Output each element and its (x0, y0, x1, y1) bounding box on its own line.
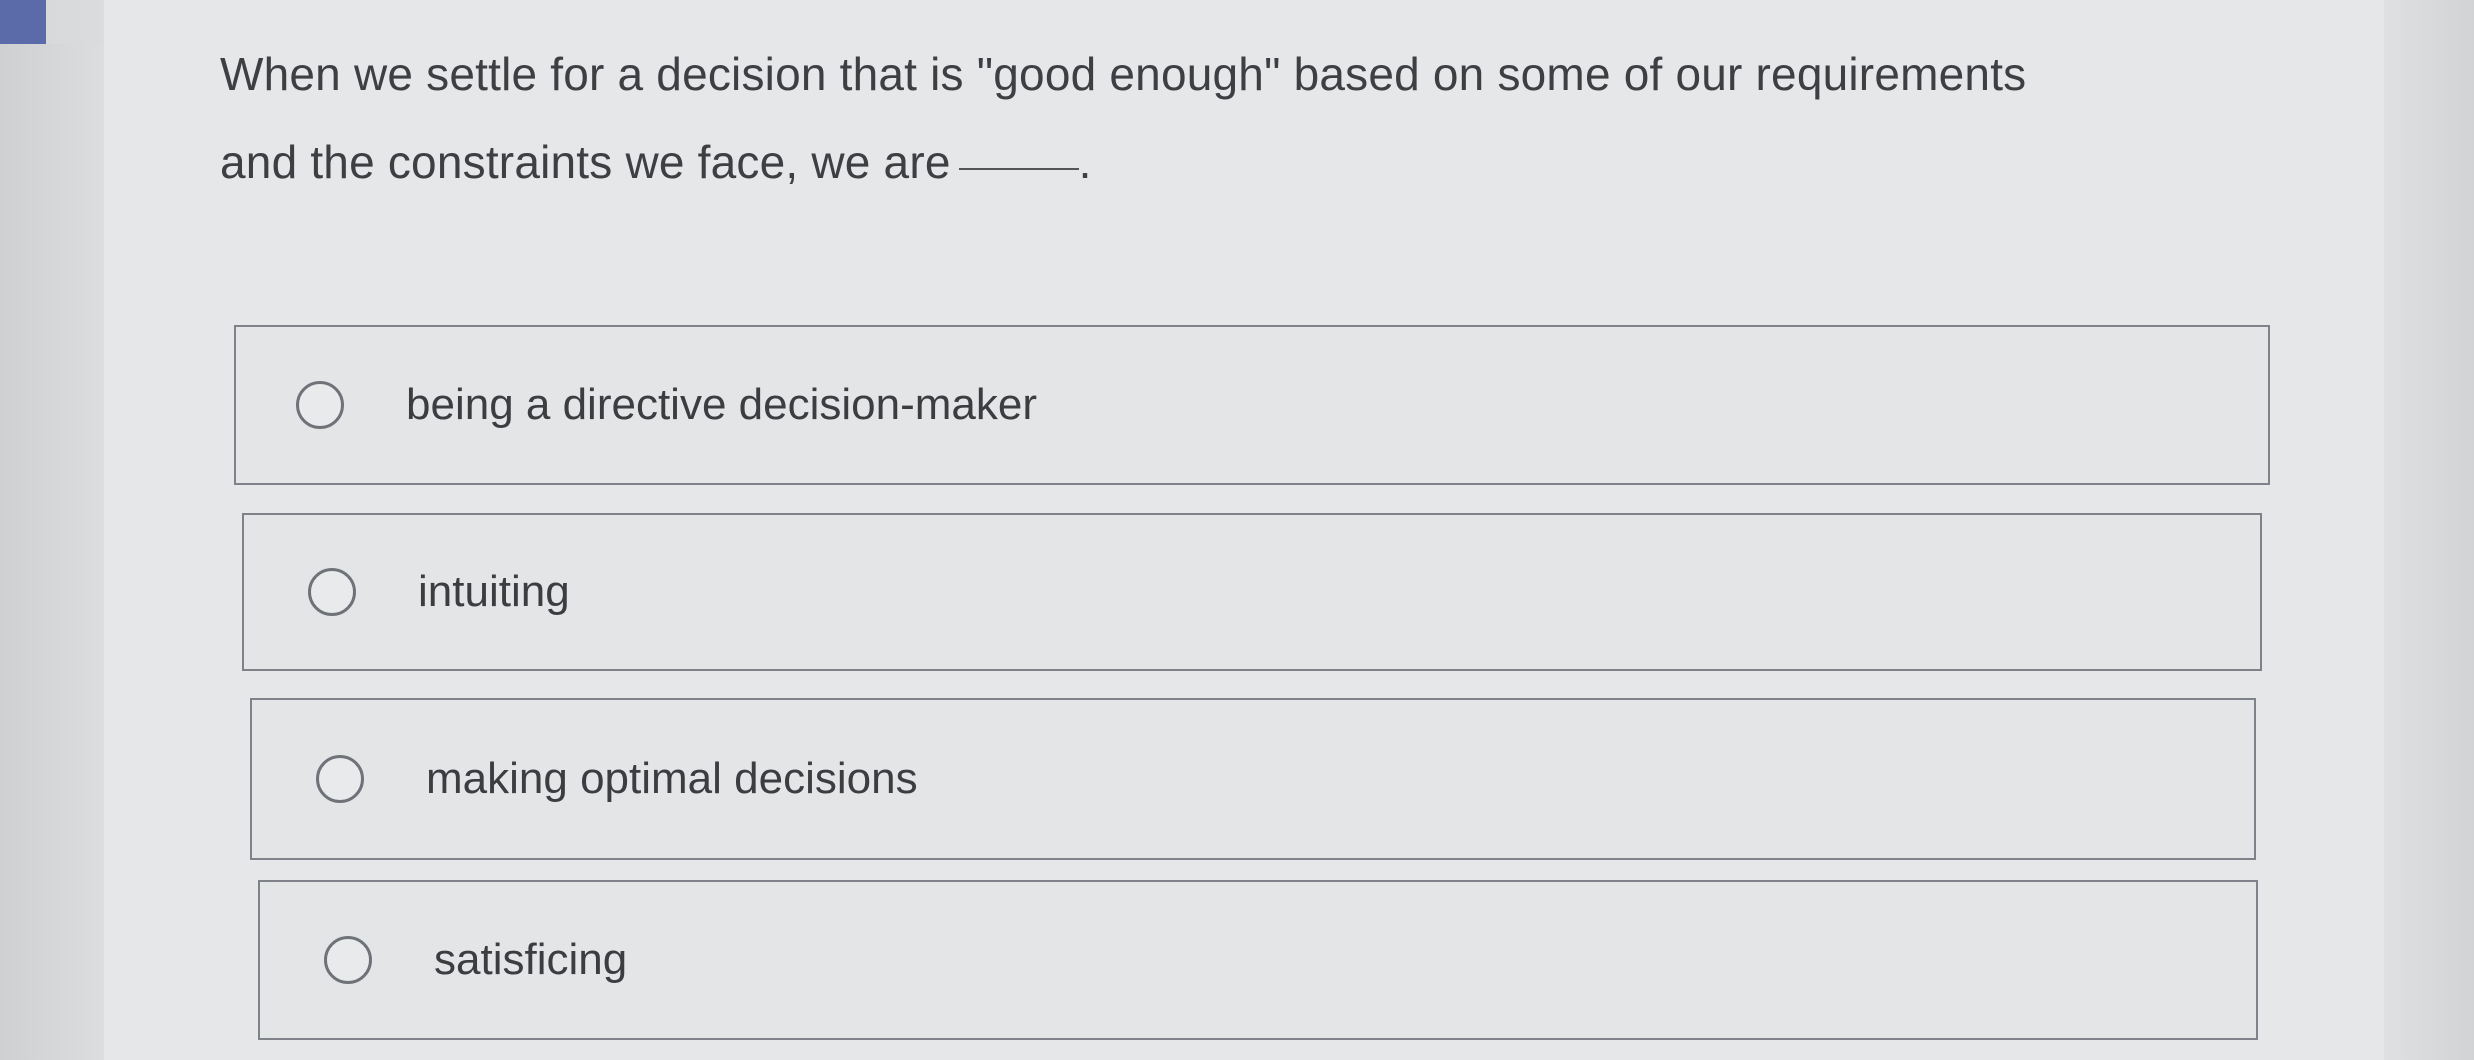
answer-option-4[interactable]: satisficing (258, 880, 2258, 1040)
answer-option-1[interactable]: being a directive decision-maker (234, 325, 2270, 485)
answer-blank (958, 167, 1079, 170)
quiz-screen: When we settle for a decision that is "g… (0, 0, 2474, 1060)
radio-button-icon[interactable] (308, 568, 356, 616)
question-line-1: When we settle for a decision that is "g… (220, 48, 2027, 100)
question-line-2: and the constraints we face, we are (220, 136, 951, 188)
radio-button-icon[interactable] (324, 936, 372, 984)
answer-option-3[interactable]: making optimal decisions (250, 698, 2256, 860)
question-text: When we settle for a decision that is "g… (220, 30, 2270, 206)
question-panel: When we settle for a decision that is "g… (104, 0, 2384, 1060)
answer-option-label: being a directive decision-maker (406, 380, 1037, 429)
radio-button-icon[interactable] (296, 381, 344, 429)
answer-option-label: intuiting (418, 567, 570, 616)
answer-option-2[interactable]: intuiting (242, 513, 2262, 671)
left-edge (0, 44, 104, 1060)
answer-option-label: satisficing (434, 935, 628, 984)
question-end: . (1078, 136, 1092, 188)
corner-accent (0, 0, 46, 44)
answer-option-label: making optimal decisions (426, 754, 918, 803)
right-edge (2384, 0, 2474, 1060)
radio-button-icon[interactable] (316, 755, 364, 803)
